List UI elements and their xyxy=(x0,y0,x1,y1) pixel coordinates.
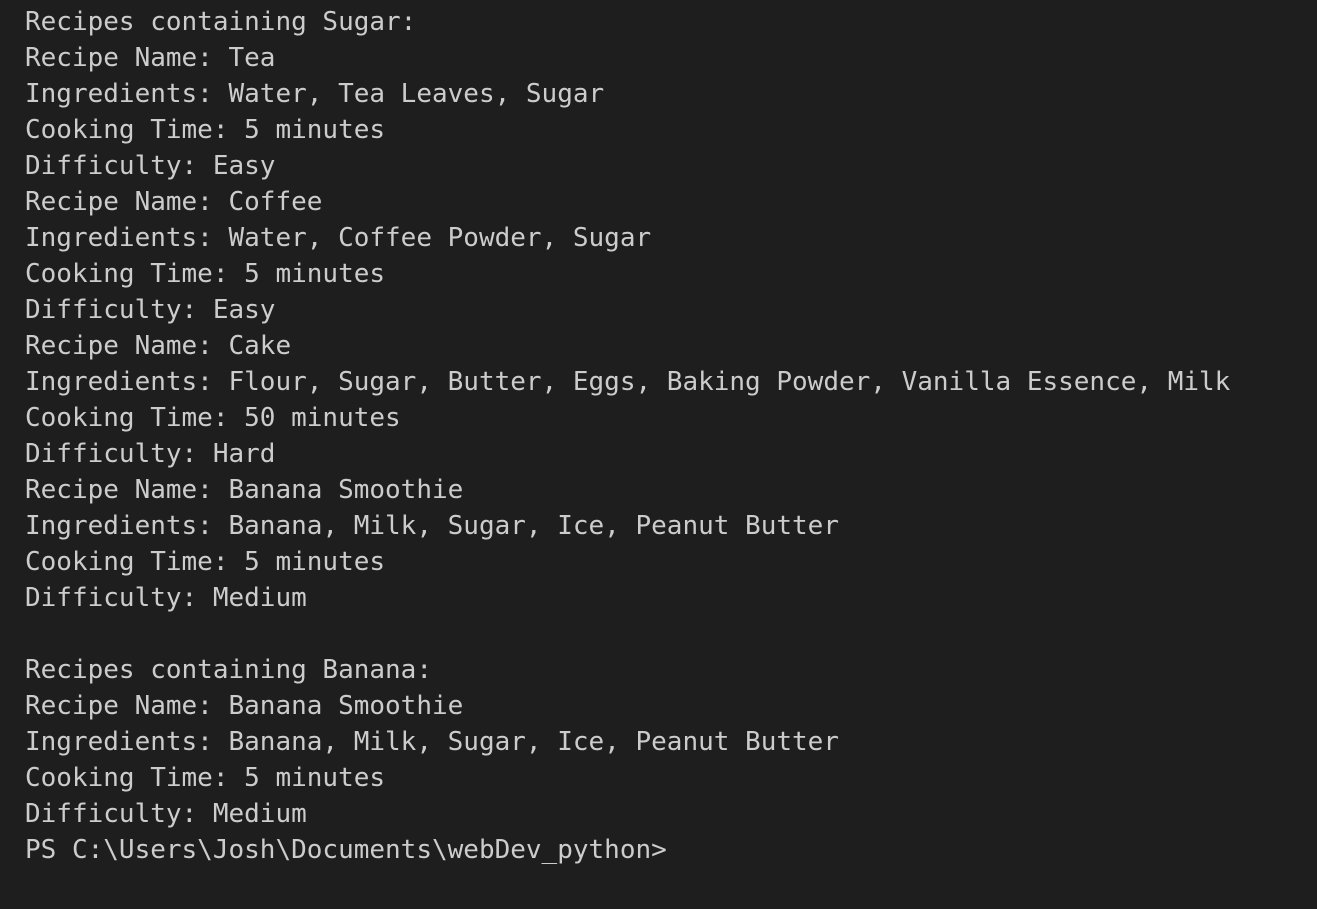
terminal-line: Recipes containing Banana: xyxy=(25,655,432,685)
terminal-output[interactable]: Recipes containing Sugar: Recipe Name: T… xyxy=(0,0,1317,909)
terminal-line: Ingredients: Banana, Milk, Sugar, Ice, P… xyxy=(25,511,839,541)
terminal-line: Difficulty: Medium xyxy=(25,799,307,829)
terminal-line: Recipes containing Sugar: xyxy=(25,7,417,37)
terminal-line: Difficulty: Hard xyxy=(25,439,276,469)
terminal-line: Ingredients: Water, Tea Leaves, Sugar xyxy=(25,79,605,109)
terminal-line: Recipe Name: Cake xyxy=(25,331,292,361)
terminal-line: Difficulty: Medium xyxy=(25,583,307,613)
terminal-line: Cooking Time: 5 minutes xyxy=(25,115,386,145)
terminal-line: Ingredients: Water, Coffee Powder, Sugar xyxy=(25,223,652,253)
terminal-line: Recipe Name: Tea xyxy=(25,43,276,73)
terminal-line: Difficulty: Easy xyxy=(25,151,276,181)
terminal-line: Difficulty: Easy xyxy=(25,295,276,325)
terminal-line: Cooking Time: 50 minutes xyxy=(25,403,401,433)
terminal-line: Cooking Time: 5 minutes xyxy=(25,547,386,577)
terminal-line: Recipe Name: Banana Smoothie xyxy=(25,475,464,505)
terminal-line: Cooking Time: 5 minutes xyxy=(25,259,386,289)
terminal-line: Recipe Name: Banana Smoothie xyxy=(25,691,464,721)
terminal-line: Cooking Time: 5 minutes xyxy=(25,763,386,793)
terminal-line: Ingredients: Banana, Milk, Sugar, Ice, P… xyxy=(25,727,839,757)
terminal-line: Recipe Name: Coffee xyxy=(25,187,323,217)
terminal-line: Ingredients: Flour, Sugar, Butter, Eggs,… xyxy=(25,367,1231,397)
terminal-prompt[interactable]: PS C:\Users\Josh\Documents\webDev_python… xyxy=(25,832,1317,868)
